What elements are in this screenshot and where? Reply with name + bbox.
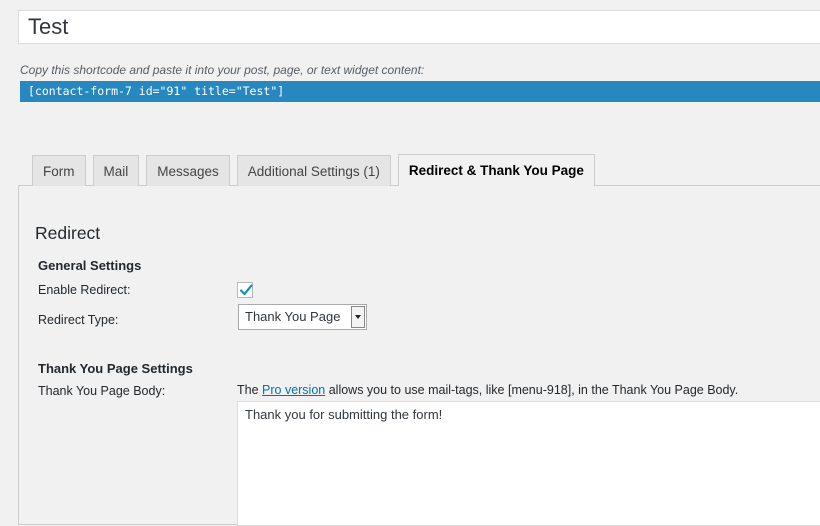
redirect-type-select[interactable]: Thank You Page xyxy=(238,304,367,330)
tab-additional-settings[interactable]: Additional Settings (1) xyxy=(236,155,391,186)
shortcode-box[interactable]: [contact-form-7 id="91" title="Test"] xyxy=(20,81,820,102)
tab-redirect-thank-you[interactable]: Redirect & Thank You Page xyxy=(397,154,595,186)
thank-you-body-textarea[interactable]: Thank you for submitting the form! xyxy=(237,401,820,526)
shortcode-hint: Copy this shortcode and paste it into yo… xyxy=(20,63,425,77)
form-title-input[interactable]: Test xyxy=(18,10,820,44)
enable-redirect-checkbox[interactable] xyxy=(237,282,253,298)
tab-bar: Form Mail Messages Additional Settings (… xyxy=(32,154,602,186)
desc-suffix: allows you to use mail-tags, like [menu-… xyxy=(325,383,739,397)
desc-prefix: The xyxy=(237,383,263,397)
chevron-down-icon xyxy=(351,306,365,328)
thank-you-body-label: Thank You Page Body: xyxy=(38,384,166,398)
general-settings-heading: General Settings xyxy=(38,258,142,273)
thank-you-settings-heading: Thank You Page Settings xyxy=(38,361,193,376)
pro-version-link[interactable]: Pro version xyxy=(262,383,325,397)
section-title-redirect: Redirect xyxy=(35,223,101,243)
tab-mail[interactable]: Mail xyxy=(92,155,140,186)
checkmark-icon xyxy=(239,284,253,296)
tab-form[interactable]: Form xyxy=(32,155,86,186)
redirect-type-value: Thank You Page xyxy=(245,309,341,324)
redirect-type-label: Redirect Type: xyxy=(38,313,119,327)
tab-messages[interactable]: Messages xyxy=(146,155,230,186)
pro-version-description: The Pro version allows you to use mail-t… xyxy=(237,383,738,397)
enable-redirect-label: Enable Redirect: xyxy=(38,283,131,297)
